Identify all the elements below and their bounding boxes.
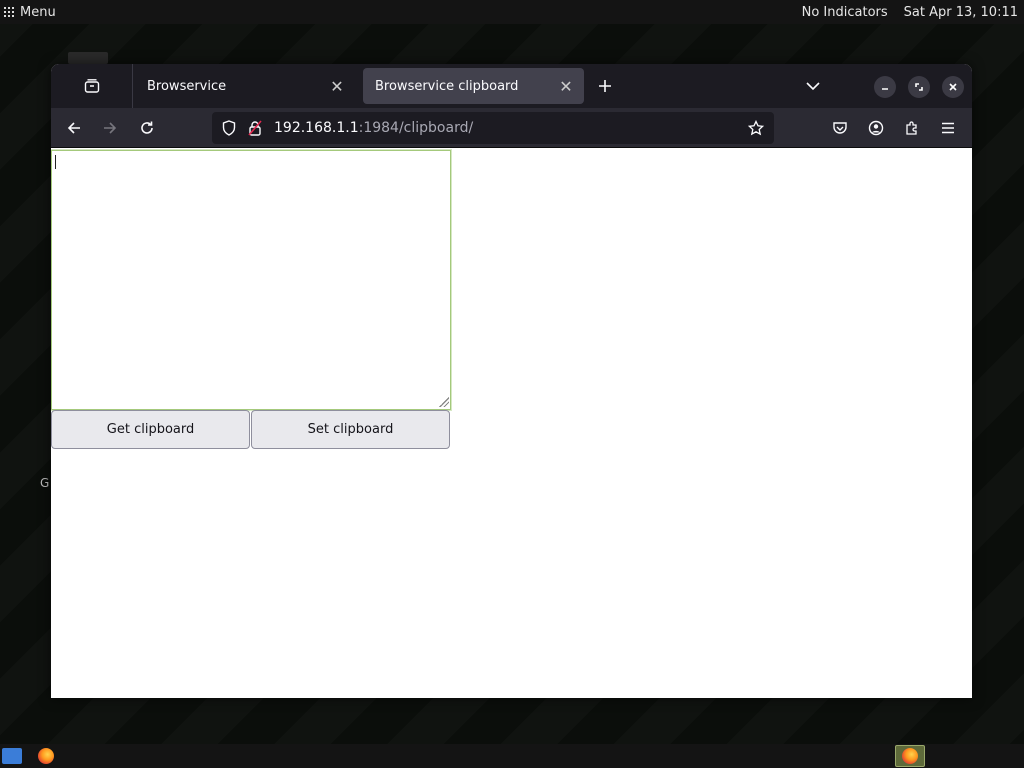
tab-strip: Browservice ✕ Browservice clipboard ✕: [51, 64, 972, 108]
close-icon: [949, 83, 957, 91]
taskbar-window-firefox[interactable]: [895, 745, 925, 767]
text-caret: [55, 155, 56, 169]
broken-lock-icon[interactable]: [246, 120, 264, 136]
top-panel: Menu No Indicators Sat Apr 13, 10:11: [0, 0, 1024, 24]
show-desktop-button[interactable]: [1, 746, 23, 766]
close-tab-icon[interactable]: ✕: [327, 76, 347, 96]
get-clipboard-button[interactable]: Get clipboard: [51, 410, 250, 449]
tab-label: Browservice: [147, 78, 227, 94]
arrow-left-icon: [67, 122, 80, 134]
taskbar: [0, 744, 1024, 768]
arrow-right-icon: [104, 122, 117, 134]
close-window-button[interactable]: [942, 76, 964, 98]
clipboard-textarea[interactable]: [51, 149, 452, 411]
account-icon: [868, 120, 884, 136]
desktop-partial-text: G: [40, 476, 50, 490]
restore-icon: [915, 83, 923, 91]
clock[interactable]: Sat Apr 13, 10:11: [904, 5, 1018, 20]
firefox-launcher[interactable]: [35, 746, 57, 766]
restore-button[interactable]: [908, 76, 930, 98]
tab-overview-button[interactable]: [51, 64, 133, 108]
back-button[interactable]: [62, 116, 86, 140]
puzzle-icon: [906, 121, 917, 135]
nav-toolbar: 192.168.1.1:1984/clipboard/: [51, 108, 972, 148]
plus-icon: [599, 80, 611, 92]
bookmark-button[interactable]: [744, 120, 768, 136]
menu-label: Menu: [20, 4, 56, 20]
minimize-button[interactable]: [874, 76, 896, 98]
extensions-button[interactable]: [900, 116, 924, 140]
tab-browservice-clipboard[interactable]: Browservice clipboard ✕: [363, 68, 584, 104]
app-menu-button[interactable]: [936, 116, 960, 140]
url-text[interactable]: 192.168.1.1:1984/clipboard/: [274, 120, 473, 136]
firefox-icon: [38, 748, 54, 764]
reload-button[interactable]: [135, 116, 159, 140]
list-all-tabs-button[interactable]: [801, 74, 825, 98]
pocket-button[interactable]: [828, 116, 852, 140]
browser-window: Browservice ✕ Browservice clipboard ✕ 19…: [51, 64, 972, 698]
desktop-icon: [2, 748, 22, 764]
page-content: Get clipboard Set clipboard: [51, 149, 972, 698]
star-icon: [748, 120, 764, 136]
hamburger-icon: [942, 122, 954, 134]
app-grid-icon: [4, 7, 14, 17]
set-clipboard-button[interactable]: Set clipboard: [251, 410, 450, 449]
reload-icon: [141, 121, 153, 134]
chevron-down-icon: [806, 82, 820, 91]
indicators-text[interactable]: No Indicators: [802, 5, 888, 20]
tab-label: Browservice clipboard: [375, 78, 519, 94]
menu-button[interactable]: Menu: [0, 5, 56, 20]
desktop-ghost-window: [68, 52, 108, 64]
shield-icon[interactable]: [220, 120, 238, 136]
url-path: :1984/clipboard/: [358, 120, 474, 136]
forward-button[interactable]: [98, 116, 122, 140]
resize-grip-icon[interactable]: [439, 397, 449, 407]
tab-browservice[interactable]: Browservice ✕: [135, 68, 355, 104]
pocket-icon: [833, 122, 847, 134]
close-tab-icon[interactable]: ✕: [556, 76, 576, 96]
url-host: 192.168.1.1: [274, 120, 359, 136]
firefox-icon: [902, 748, 918, 764]
tab-overview-icon: [84, 79, 99, 93]
minimize-icon: [882, 88, 888, 90]
url-bar[interactable]: 192.168.1.1:1984/clipboard/: [212, 112, 774, 144]
new-tab-button[interactable]: [593, 74, 617, 98]
account-button[interactable]: [864, 116, 888, 140]
